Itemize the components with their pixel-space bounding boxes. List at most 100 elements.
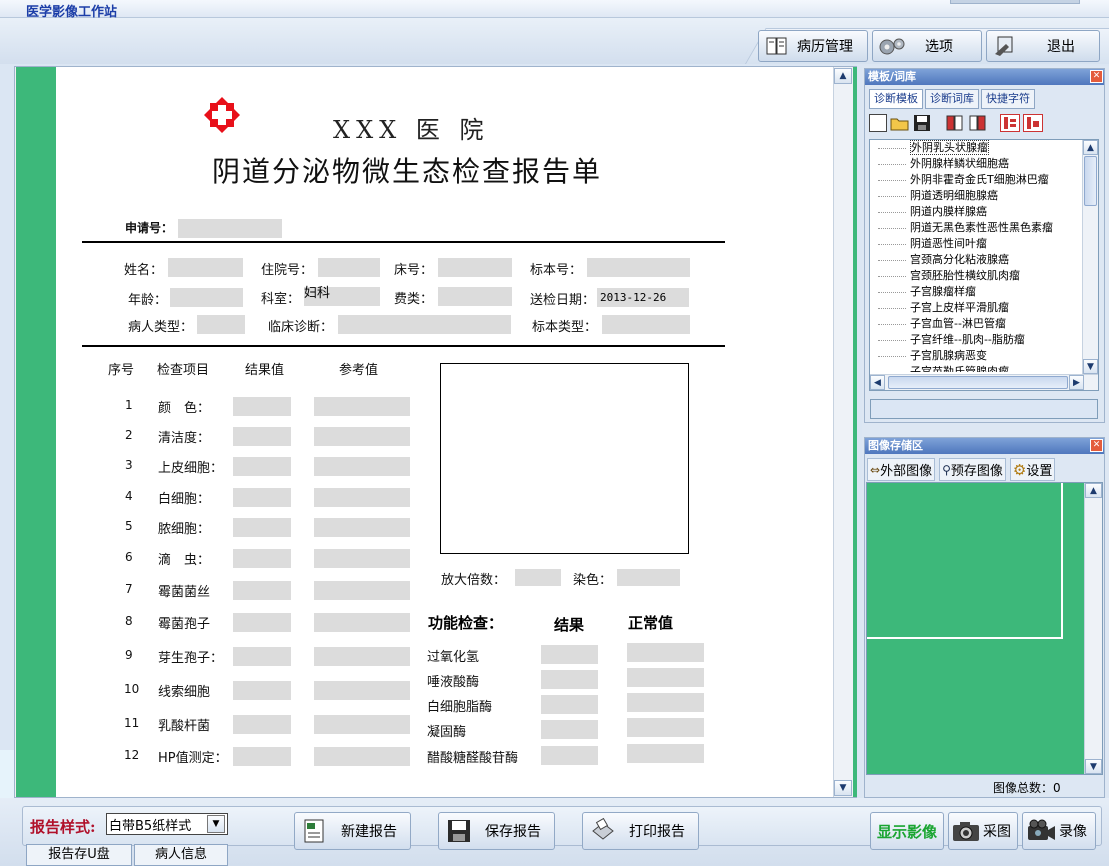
image-thumbnail-frame[interactable] [867, 483, 1063, 639]
name-field[interactable] [168, 258, 243, 277]
scroll-down-arrow[interactable]: ▼ [834, 780, 852, 796]
item-result-field[interactable] [233, 715, 291, 734]
item-result-field[interactable] [233, 397, 291, 416]
item-result-field[interactable] [233, 581, 291, 600]
micro-image-box[interactable] [440, 363, 689, 554]
stain-field[interactable] [617, 569, 680, 586]
tab-diagnosis-lexicon[interactable]: 诊断词库 [925, 89, 979, 109]
template-tree-item[interactable]: 子宫肌腺病恶变 [878, 348, 987, 364]
template-tree-item[interactable]: 阴道无黑色素性恶性黑色素瘤 [878, 220, 1053, 236]
item-reference-field[interactable] [314, 715, 410, 734]
apply-no-field[interactable] [178, 219, 282, 238]
item-reference-field[interactable] [314, 747, 410, 766]
item-result-field[interactable] [233, 488, 291, 507]
template-tree-item[interactable]: 子宫纤维--肌肉--脂肪瘤 [878, 332, 1025, 348]
department-field[interactable]: 妇科 [304, 287, 380, 306]
new-report-button[interactable]: 新建报告 [294, 812, 411, 850]
tab-report-usb[interactable]: 报告存U盘 [26, 844, 132, 866]
template-input[interactable] [870, 399, 1098, 419]
image-settings-button[interactable]: ⚙ 设置 [1009, 458, 1056, 481]
template-tree-item[interactable]: 阴道透明细胞腺癌 [878, 188, 998, 204]
record-button[interactable]: 录像 [1022, 812, 1096, 850]
magnification-field[interactable] [515, 569, 561, 586]
template-tree-item[interactable]: 子宫腺瘤样瘤 [878, 284, 976, 300]
template-panel-close-button[interactable]: ✕ [1090, 70, 1103, 83]
gallery-scroll-up[interactable]: ▲ [1085, 483, 1102, 498]
tree-hscroll-thumb[interactable] [888, 376, 1068, 389]
tree-scroll-down[interactable]: ▼ [1083, 359, 1098, 374]
send-date-field[interactable]: 2013-12-26 [597, 288, 689, 307]
save-disk-icon[interactable] [913, 114, 931, 132]
item-result-field[interactable] [233, 681, 291, 700]
item-reference-field[interactable] [314, 397, 410, 416]
function-normal-field[interactable] [627, 643, 704, 662]
item-reference-field[interactable] [314, 647, 410, 666]
image-gallery[interactable]: ▲ ▼ [866, 482, 1103, 775]
function-normal-field[interactable] [627, 718, 704, 737]
item-result-field[interactable] [233, 549, 291, 568]
template-tree[interactable]: 外阴乳头状腺瘤 外阴腺样鳞状细胞癌 外阴非霍奇金氏T细胞淋巴瘤 阴道透明细胞腺癌 阴道内… [869, 139, 1099, 391]
item-reference-field[interactable] [314, 488, 410, 507]
template-tree-item[interactable]: 外阴非霍奇金氏T细胞淋巴瘤 [878, 172, 1049, 188]
options-button[interactable]: 选项 [872, 30, 982, 62]
show-image-button[interactable]: 显示影像 [870, 812, 944, 850]
print-report-button[interactable]: 打印报告 [582, 812, 699, 850]
item-reference-field[interactable] [314, 457, 410, 476]
item-reference-field[interactable] [314, 681, 410, 700]
tab-patient-info[interactable]: 病人信息 [134, 844, 228, 866]
template-tree-item[interactable]: 外阴乳头状腺瘤 [878, 140, 989, 156]
scroll-up-arrow[interactable]: ▲ [834, 68, 852, 84]
capture-button[interactable]: 采图 [948, 812, 1018, 850]
item-reference-field[interactable] [314, 613, 410, 632]
function-normal-field[interactable] [627, 693, 704, 712]
inpatient-no-field[interactable] [318, 258, 380, 277]
function-result-field[interactable] [541, 695, 598, 714]
function-result-field[interactable] [541, 746, 598, 765]
function-result-field[interactable] [541, 670, 598, 689]
item-result-field[interactable] [233, 427, 291, 446]
function-normal-field[interactable] [627, 668, 704, 687]
item-result-field[interactable] [233, 457, 291, 476]
template-tree-item[interactable]: 子宫苗勒氏管腺肉瘤 [878, 364, 1009, 372]
new-file-icon[interactable] [869, 114, 887, 132]
external-images-button[interactable]: ⇔ 外部图像 [867, 458, 936, 481]
book-red-icon[interactable] [945, 114, 965, 132]
patient-type-field[interactable] [197, 315, 245, 334]
exit-button[interactable]: 退出 [986, 30, 1100, 62]
report-style-select[interactable]: 白带B5纸样式 ▼ [106, 813, 228, 835]
fee-type-field[interactable] [438, 287, 512, 306]
title-right-control[interactable] [950, 0, 1080, 4]
case-management-button[interactable]: 病历管理 [758, 30, 868, 62]
prestored-images-button[interactable]: ⚲ 预存图像 [939, 458, 1006, 481]
bed-no-field[interactable] [438, 258, 512, 277]
tree-add-icon[interactable] [1000, 114, 1020, 132]
gallery-scroll-down[interactable]: ▼ [1085, 759, 1102, 774]
book-blue-icon[interactable] [968, 114, 988, 132]
tab-diagnosis-template[interactable]: 诊断模板 [869, 89, 923, 109]
chevron-down-icon[interactable]: ▼ [207, 815, 225, 833]
template-tree-item[interactable]: 宫颈高分化粘液腺癌 [878, 252, 1009, 268]
item-reference-field[interactable] [314, 427, 410, 446]
tree-hscroll[interactable]: ◀ ▶ [870, 374, 1098, 390]
tree-scroll-left[interactable]: ◀ [870, 375, 885, 390]
template-tree-item[interactable]: 子宫上皮样平滑肌瘤 [878, 300, 1009, 316]
template-tree-item[interactable]: 阴道内膜样腺癌 [878, 204, 987, 220]
item-result-field[interactable] [233, 613, 291, 632]
open-folder-icon[interactable] [890, 114, 910, 132]
item-result-field[interactable] [233, 518, 291, 537]
item-result-field[interactable] [233, 747, 291, 766]
function-result-field[interactable] [541, 720, 598, 739]
gallery-vscroll[interactable]: ▲ ▼ [1084, 483, 1102, 774]
image-panel-close-button[interactable]: ✕ [1090, 439, 1103, 452]
tree-scroll-thumb[interactable] [1084, 156, 1097, 206]
tree-scroll-right[interactable]: ▶ [1069, 375, 1084, 390]
function-normal-field[interactable] [627, 744, 704, 763]
save-report-button[interactable]: 保存报告 [438, 812, 555, 850]
specimen-type-field[interactable] [602, 315, 690, 334]
tree-vscroll[interactable]: ▲ ▼ [1082, 140, 1098, 374]
specimen-no-field[interactable] [587, 258, 690, 277]
template-tree-item[interactable]: 宫颈胚胎性横纹肌肉瘤 [878, 268, 1020, 284]
template-tree-item[interactable]: 外阴腺样鳞状细胞癌 [878, 156, 1009, 172]
item-reference-field[interactable] [314, 581, 410, 600]
function-result-field[interactable] [541, 645, 598, 664]
